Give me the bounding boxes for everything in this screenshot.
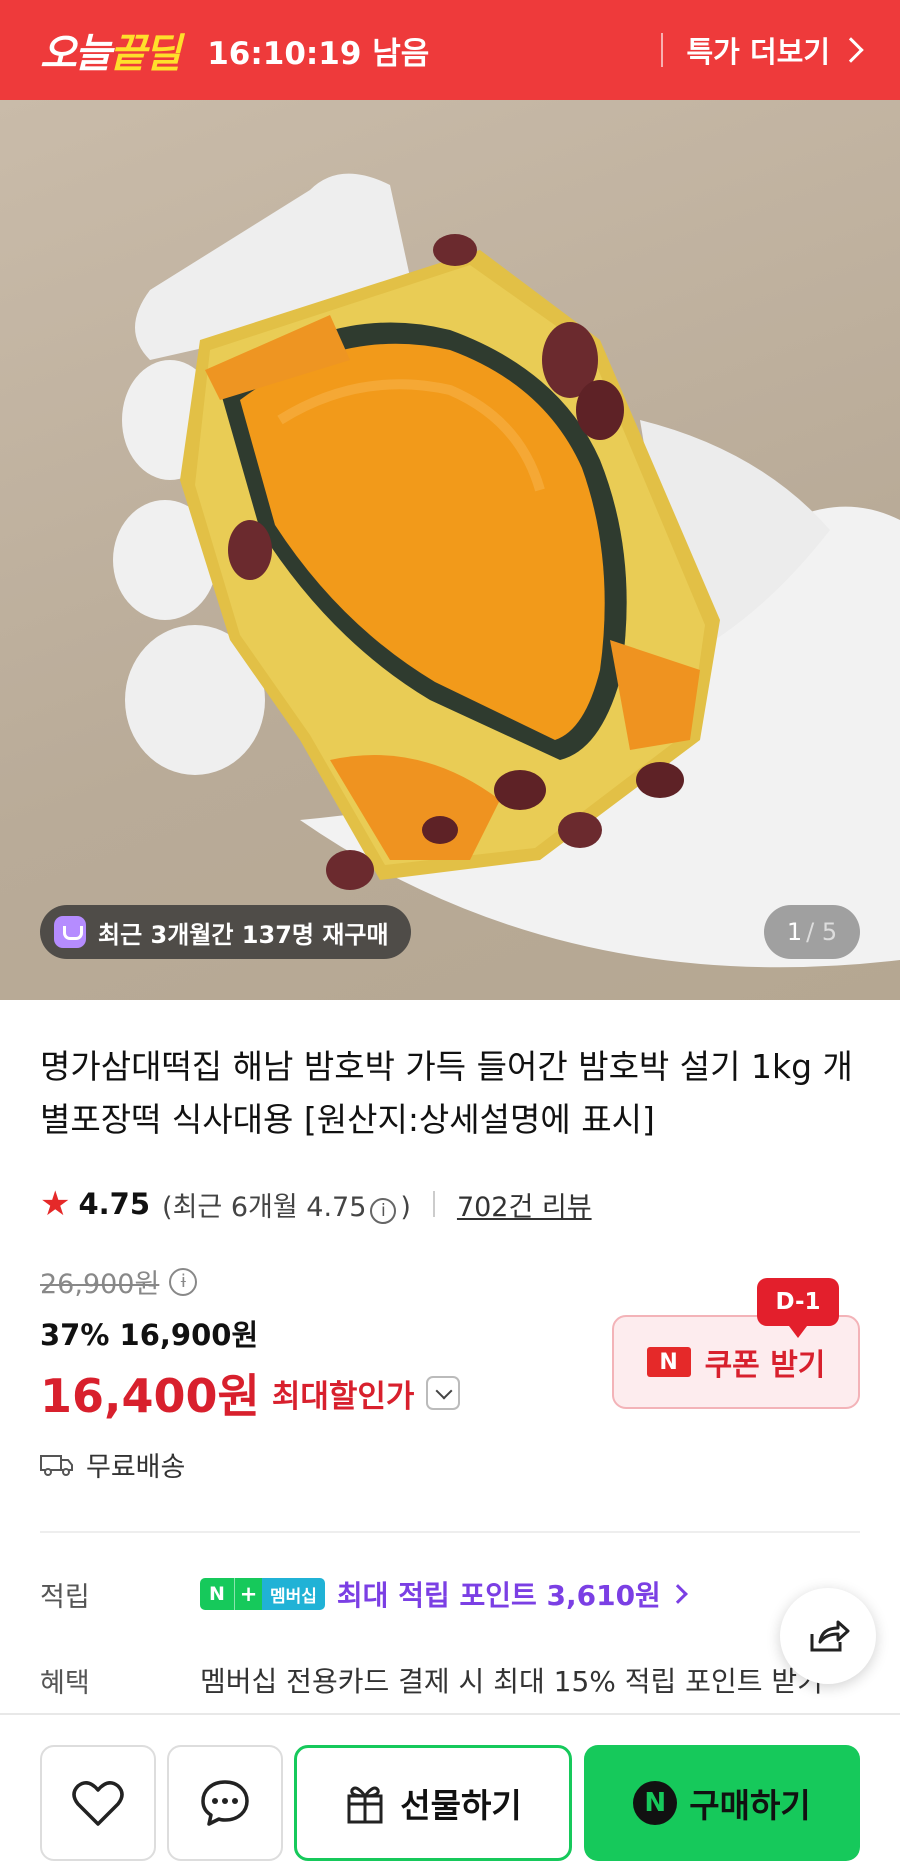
gift-label: 선물하기 — [400, 1786, 522, 1825]
star-icon: ★ — [40, 1184, 71, 1224]
product-photo — [113, 173, 900, 968]
rebuy-badge-label: 최근 3개월간 137명 재구매 — [98, 920, 389, 949]
deal-logo: 오늘끝딜 — [40, 31, 181, 77]
pager-current: 1 — [786, 918, 803, 946]
rating-row: ★ 4.75 (최근 6개월 4.75 i) 702건 리뷰 — [40, 1182, 592, 1226]
info-icon[interactable]: i — [370, 1197, 397, 1224]
buy-label: 구매하기 — [689, 1786, 811, 1825]
gift-button[interactable]: 선물하기 — [294, 1745, 572, 1861]
buy-button[interactable]: N 구매하기 — [584, 1745, 860, 1861]
heart-icon — [72, 1781, 124, 1826]
pager-total: / 5 — [806, 918, 838, 946]
talk-button[interactable] — [167, 1745, 283, 1861]
product-image-carousel[interactable]: 최근 3개월간 137명 재구매 1 / 5 — [0, 100, 900, 1000]
divider — [660, 33, 663, 67]
benefit-text: 멤버십 전용카드 결제 시 최대 15% 적립 포인트 받기 — [200, 1665, 823, 1698]
more-deals-link[interactable]: 특가 더보기 — [660, 29, 864, 71]
max-points-text: 최대 적립 포인트 3,610원 — [336, 1579, 661, 1612]
chevron-right-icon — [667, 1584, 688, 1604]
more-deals-label: 특가 더보기 — [686, 35, 831, 69]
max-discount-price[interactable]: 16,400원 최대할인가 — [40, 1360, 461, 1426]
rating-recent: (최근 6개월 4.75 i) — [162, 1191, 411, 1224]
coupon-button[interactable]: N 쿠폰 받기 — [612, 1315, 860, 1409]
original-price: 26,900원 i — [40, 1262, 198, 1301]
shipping-label: 무료배송 — [86, 1452, 186, 1483]
image-pager: 1 / 5 — [764, 905, 860, 959]
like-button[interactable] — [40, 1745, 156, 1861]
rating-score: 4.75 — [78, 1187, 151, 1221]
chat-bubble-icon — [201, 1780, 249, 1826]
truck-icon — [40, 1454, 73, 1476]
discount-rate: 37% — [40, 1318, 110, 1352]
shipping-info: 무료배송 — [40, 1445, 185, 1484]
discount-price: 16,900원 — [119, 1318, 259, 1352]
final-price-label: 최대할인가 — [271, 1378, 415, 1415]
points-row[interactable]: 적립 N + 멤버십 최대 적립 포인트 3,610원 — [40, 1574, 688, 1614]
deal-timer: 16:10:19 남음 — [207, 35, 430, 72]
product-title: 명가삼대떡집 해남 밤호박 가득 들어간 밤호박 설기 1kg 개별포장떡 식사… — [40, 1047, 853, 1139]
bottom-action-bar: 선물하기 N 구매하기 — [0, 1713, 900, 1873]
divider — [432, 1191, 435, 1217]
benefit-label: 혜택 — [40, 1667, 90, 1699]
share-icon — [810, 1620, 850, 1652]
dday-badge: D-1 — [757, 1278, 839, 1338]
original-price-value: 26,900원 — [40, 1269, 160, 1300]
naver-n-icon: N — [646, 1347, 691, 1377]
reviews-link[interactable]: 702건 리뷰 — [457, 1185, 592, 1224]
share-button[interactable] — [780, 1588, 876, 1684]
deal-banner: 오늘끝딜 16:10:19 남음 특가 더보기 — [0, 0, 900, 100]
shopping-bag-icon — [54, 916, 86, 948]
gift-icon — [347, 1786, 383, 1824]
points-label: 적립 — [40, 1581, 90, 1613]
naver-plus-membership-badge: N + 멤버십 — [200, 1578, 325, 1610]
divider — [40, 1531, 860, 1533]
naver-pay-icon: N — [633, 1781, 678, 1825]
rebuy-badge: 최근 3개월간 137명 재구매 — [40, 905, 411, 959]
benefit-row[interactable]: 혜택 멤버십 전용카드 결제 시 최대 15% 적립 포인트 받기 — [40, 1660, 860, 1700]
chevron-down-icon[interactable] — [426, 1376, 461, 1410]
chevron-right-icon — [838, 37, 864, 63]
final-price: 16,400원 — [40, 1369, 260, 1423]
coupon-label: 쿠폰 받기 — [704, 1348, 826, 1383]
discount-row: 37% 16,900원 — [40, 1312, 258, 1354]
price-info-icon[interactable]: i — [169, 1267, 198, 1296]
